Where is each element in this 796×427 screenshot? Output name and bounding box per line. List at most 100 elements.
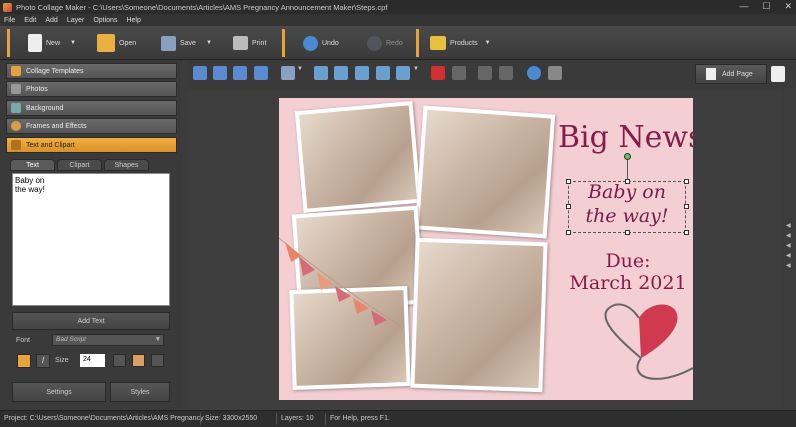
status-separator (200, 413, 201, 425)
app-logo-icon (3, 2, 12, 12)
move-icon[interactable] (499, 66, 513, 80)
photo-frame[interactable] (410, 237, 548, 393)
bring-to-front-icon[interactable] (193, 66, 207, 80)
fit-icon[interactable] (396, 66, 410, 80)
open-button[interactable]: Open (97, 28, 136, 58)
font-value: Bad Script (56, 336, 86, 343)
canvas-text-line: March 2021 (569, 272, 687, 294)
chevron-left-icon[interactable]: ◀ (786, 262, 791, 269)
open-label: Open (119, 39, 137, 47)
add-page-button[interactable]: Add Page (695, 64, 767, 84)
print-button[interactable]: Print (233, 28, 266, 58)
font-select[interactable]: Bad Script ▼ (52, 334, 164, 346)
products-button[interactable]: Products ▼ (430, 28, 491, 58)
maximize-button[interactable]: ☐ (762, 1, 770, 12)
chevron-left-icon[interactable]: ◀ (786, 222, 791, 229)
category-background[interactable]: Background (6, 100, 177, 116)
chevron-down-icon[interactable]: ▼ (485, 40, 491, 46)
styles-button[interactable]: Styles (110, 382, 170, 402)
page-settings-icon[interactable] (771, 66, 785, 82)
hand-icon[interactable] (478, 66, 492, 80)
chevron-left-icon[interactable]: ◀ (786, 242, 791, 249)
side-scroll-arrows[interactable]: ◀ ◀ ◀ ◀ ◀ (786, 222, 791, 269)
font-size-stepper[interactable]: 24 (80, 354, 105, 367)
settings-button[interactable]: Settings (12, 382, 106, 402)
new-button[interactable]: New ▼ (28, 28, 76, 58)
photo-frame[interactable] (294, 101, 422, 213)
chevron-left-icon[interactable]: ◀ (786, 232, 791, 239)
category-frames-effects[interactable]: Frames and Effects (6, 118, 177, 134)
gear-icon[interactable] (527, 66, 541, 80)
resize-handle[interactable] (625, 230, 630, 235)
collage-page[interactable]: Big News! Baby on the way! Due: March 20… (279, 98, 693, 400)
text-icon (11, 140, 21, 150)
menu-file[interactable]: File (4, 17, 15, 24)
lock-icon[interactable] (548, 66, 562, 80)
delete-icon[interactable] (431, 66, 445, 80)
bring-forward-icon[interactable] (213, 66, 227, 80)
font-label: Font (16, 337, 31, 344)
panel-tabs: Text Clipart Shapes (10, 159, 149, 171)
chevron-left-icon[interactable]: ◀ (786, 252, 791, 259)
send-to-back-icon[interactable] (254, 66, 268, 80)
flip-horizontal-icon[interactable] (355, 66, 369, 80)
bunting-clipart[interactable] (279, 230, 409, 330)
chevron-down-icon[interactable]: ▼ (297, 66, 303, 80)
chevron-down-icon[interactable]: ▼ (206, 40, 212, 46)
headline-text[interactable]: Big News! (558, 120, 693, 155)
rotate-handle[interactable] (624, 153, 631, 160)
category-photos[interactable]: Photos (6, 81, 177, 97)
status-bar: Project: C:\Users\Someone\Documents\Arti… (0, 410, 796, 427)
category-label: Photos (26, 85, 48, 93)
menu-edit[interactable]: Edit (24, 17, 36, 24)
send-backward-icon[interactable] (233, 66, 247, 80)
save-label: Save (180, 39, 196, 47)
category-text-clipart[interactable]: Text and Clipart (6, 137, 177, 153)
baby-on-the-way-text[interactable]: Baby on the way! (569, 180, 685, 228)
rotate-left-icon[interactable] (314, 66, 328, 80)
menu-add[interactable]: Add (45, 17, 57, 24)
italic-toggle-button[interactable]: I (36, 354, 50, 368)
crop-icon[interactable] (452, 66, 466, 80)
photo-frame[interactable] (414, 105, 556, 239)
align-left-button[interactable] (113, 354, 126, 367)
undo-button[interactable]: Undo (303, 28, 339, 58)
resize-handle[interactable] (684, 230, 689, 235)
category-collage-templates[interactable]: Collage Templates (6, 63, 177, 79)
minimize-button[interactable]: — (739, 1, 748, 12)
undo-label: Undo (322, 39, 339, 47)
bold-toggle-button[interactable] (17, 354, 31, 368)
heart-clipart[interactable] (597, 298, 693, 400)
rotate-right-icon[interactable] (334, 66, 348, 80)
text-input-area[interactable]: Baby on the way! (12, 173, 170, 306)
align-center-button[interactable] (132, 354, 145, 367)
category-label: Text and Clipart (26, 141, 75, 149)
menu-options[interactable]: Options (93, 17, 117, 24)
chevron-down-icon[interactable]: ▼ (70, 40, 76, 46)
couple-photo (419, 109, 551, 235)
redo-button[interactable]: Redo (367, 28, 403, 58)
couple-photo (414, 241, 544, 389)
redo-arrow-icon (367, 35, 382, 51)
folder-icon (97, 34, 115, 52)
align-right-button[interactable] (151, 354, 164, 367)
add-page-icon (706, 68, 716, 80)
add-text-button[interactable]: Add Text (12, 312, 170, 330)
toolbar-separator (416, 29, 419, 57)
status-separator (276, 413, 277, 425)
resize-handle[interactable] (566, 230, 571, 235)
due-date-text[interactable]: Due: March 2021 (564, 250, 692, 294)
tab-text[interactable]: Text (10, 159, 55, 171)
menu-help[interactable]: Help (126, 17, 140, 24)
title-bar: Photo Collage Maker - C:\Users\Someone\D… (0, 0, 796, 14)
save-button[interactable]: Save ▼ (161, 28, 212, 58)
close-button[interactable]: ✕ (784, 1, 792, 12)
products-label: Products (450, 39, 478, 47)
align-icon[interactable] (281, 66, 295, 80)
chevron-down-icon[interactable]: ▼ (413, 66, 419, 80)
floppy-disk-icon (161, 35, 176, 51)
flip-vertical-icon[interactable] (376, 66, 390, 80)
menu-layer[interactable]: Layer (67, 17, 85, 24)
tab-shapes[interactable]: Shapes (104, 159, 149, 171)
tab-clipart[interactable]: Clipart (57, 159, 102, 171)
